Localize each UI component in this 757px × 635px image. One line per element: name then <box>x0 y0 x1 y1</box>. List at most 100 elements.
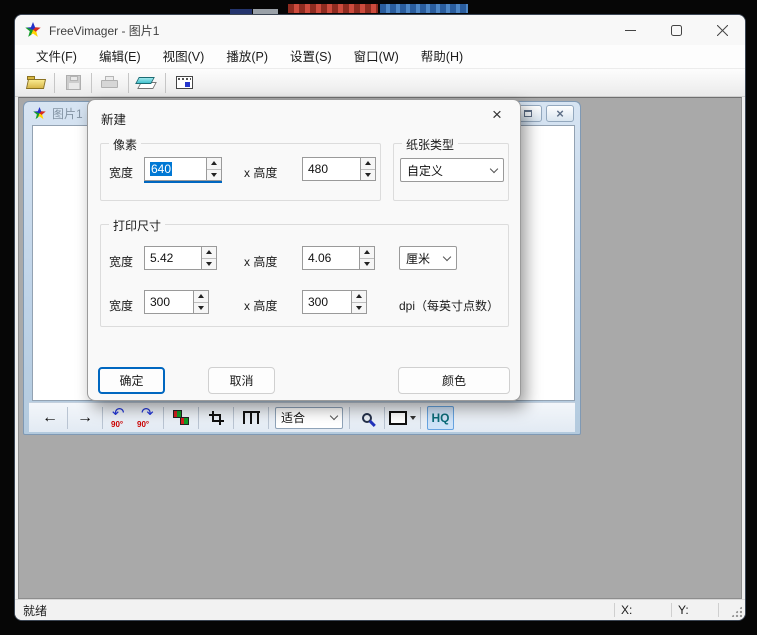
print-size-group: 打印尺寸 宽度 5.42 x 高度 4.06 <box>100 224 509 327</box>
main-toolbar <box>15 69 745 97</box>
open-file-button[interactable] <box>23 71 49 95</box>
menu-settings[interactable]: 设置(S) <box>279 45 343 69</box>
zoom-tool-button[interactable] <box>354 406 380 430</box>
new-image-dialog: 新建 × 像素 宽度 640 x 高度 480 <box>87 99 521 401</box>
paper-type-select[interactable]: 自定义 <box>400 158 504 182</box>
print-icon <box>101 76 119 90</box>
paper-type-group: 纸张类型 自定义 <box>393 143 509 201</box>
titlebar: FreeVimager - 图片1 <box>15 15 745 45</box>
toolbar-separator <box>165 73 166 93</box>
capture-button[interactable] <box>171 71 197 95</box>
spin-down-button[interactable] <box>352 303 366 314</box>
save-icon <box>66 75 81 90</box>
crop-icon <box>209 411 224 425</box>
spin-up-button[interactable] <box>207 158 221 170</box>
resize-grip[interactable] <box>719 600 745 620</box>
resize-button[interactable] <box>168 406 194 430</box>
chevron-down-icon <box>443 252 451 260</box>
next-image-button[interactable]: → <box>72 406 98 430</box>
spin-up-icon <box>206 250 212 254</box>
spin-down-icon <box>198 306 204 310</box>
toolbar-separator <box>420 407 421 429</box>
color-button[interactable]: 颜色 <box>398 367 510 394</box>
selection-shape-button[interactable] <box>389 406 416 430</box>
print-button[interactable] <box>97 71 123 95</box>
mdi-client-area: 图片1 × ← → <box>18 97 742 599</box>
print-width-input[interactable]: 5.42 <box>144 246 201 270</box>
dpi-unit-label: dpi（每英寸点数） <box>399 297 499 314</box>
status-y-coordinate: Y: <box>672 603 718 617</box>
background-artifact <box>288 4 378 13</box>
save-button[interactable] <box>60 71 86 95</box>
toolbar-separator <box>384 407 385 429</box>
document-close-button[interactable]: × <box>546 105 574 122</box>
scanner-icon <box>137 76 157 90</box>
dpi-height-input[interactable]: 300 <box>302 290 351 314</box>
rotate-left-icon: ↶ 90° <box>108 407 132 429</box>
levels-icon <box>243 411 260 424</box>
spin-up-button[interactable] <box>202 247 216 259</box>
minimize-button[interactable] <box>607 15 653 45</box>
menu-file[interactable]: 文件(F) <box>25 45 88 69</box>
spin-down-icon <box>364 262 370 266</box>
capture-icon <box>176 76 193 89</box>
maximize-button[interactable] <box>653 15 699 45</box>
paper-type-value: 自定义 <box>407 162 443 179</box>
spin-up-button[interactable] <box>360 247 374 259</box>
spin-down-button[interactable] <box>194 303 208 314</box>
menu-window[interactable]: 窗口(W) <box>343 45 410 69</box>
close-icon <box>717 25 728 36</box>
spin-up-button[interactable] <box>361 158 375 170</box>
status-x-coordinate: X: <box>615 603 671 617</box>
resize-grip-icon <box>731 606 742 617</box>
menu-help[interactable]: 帮助(H) <box>410 45 474 69</box>
dialog-close-button[interactable]: × <box>486 104 508 126</box>
menubar: 文件(F) 编辑(E) 视图(V) 播放(P) 设置(S) 窗口(W) 帮助(H… <box>15 45 745 69</box>
spin-up-icon <box>364 250 370 254</box>
spin-down-button[interactable] <box>207 170 221 181</box>
levels-button[interactable] <box>238 406 264 430</box>
open-folder-icon <box>27 76 46 90</box>
rotate-right-button[interactable]: ↷ 90° <box>133 406 159 430</box>
previous-image-button[interactable]: ← <box>37 406 63 430</box>
unit-select[interactable]: 厘米 <box>399 246 457 270</box>
toolbar-separator <box>102 407 103 429</box>
scan-button[interactable] <box>134 71 160 95</box>
document-title: 图片1 <box>52 105 83 122</box>
menu-play[interactable]: 播放(P) <box>215 45 279 69</box>
spin-down-button[interactable] <box>360 259 374 270</box>
high-quality-toggle[interactable]: HQ <box>427 406 454 430</box>
spin-down-button[interactable] <box>361 170 375 181</box>
pixel-height-input[interactable]: 480 <box>302 157 360 181</box>
crop-button[interactable] <box>203 406 229 430</box>
spin-up-button[interactable] <box>352 291 366 303</box>
app-logo-icon <box>25 22 41 38</box>
zoom-mode-select[interactable]: 适合 <box>275 407 343 429</box>
chevron-down-icon <box>330 412 338 420</box>
hq-label: HQ <box>432 411 450 425</box>
menu-edit[interactable]: 编辑(E) <box>88 45 152 69</box>
arrow-right-icon: → <box>77 410 93 426</box>
toolbar-separator <box>128 73 129 93</box>
rotate-right-icon: ↷ 90° <box>134 407 158 429</box>
statusbar: 就绪 X: Y: <box>15 599 745 620</box>
pixel-group: 像素 宽度 640 x 高度 480 <box>100 143 381 201</box>
ok-button[interactable]: 确定 <box>98 367 165 394</box>
menu-view[interactable]: 视图(V) <box>152 45 216 69</box>
cancel-button[interactable]: 取消 <box>208 367 275 394</box>
spin-down-icon <box>206 262 212 266</box>
close-button[interactable] <box>699 15 745 45</box>
toolbar-separator <box>163 407 164 429</box>
spin-down-icon <box>211 173 217 177</box>
spin-down-button[interactable] <box>202 259 216 270</box>
pixel-width-input[interactable]: 640 <box>144 157 206 181</box>
background-artifact <box>380 4 468 13</box>
pixel-group-label: 像素 <box>109 136 141 153</box>
pixel-height-label: x 高度 <box>244 164 277 181</box>
spin-up-icon <box>356 294 362 298</box>
spin-up-button[interactable] <box>194 291 208 303</box>
print-height-input[interactable]: 4.06 <box>302 246 359 270</box>
dpi-width-input[interactable]: 300 <box>144 290 193 314</box>
toolbar-separator <box>349 407 350 429</box>
rotate-left-button[interactable]: ↶ 90° <box>107 406 133 430</box>
